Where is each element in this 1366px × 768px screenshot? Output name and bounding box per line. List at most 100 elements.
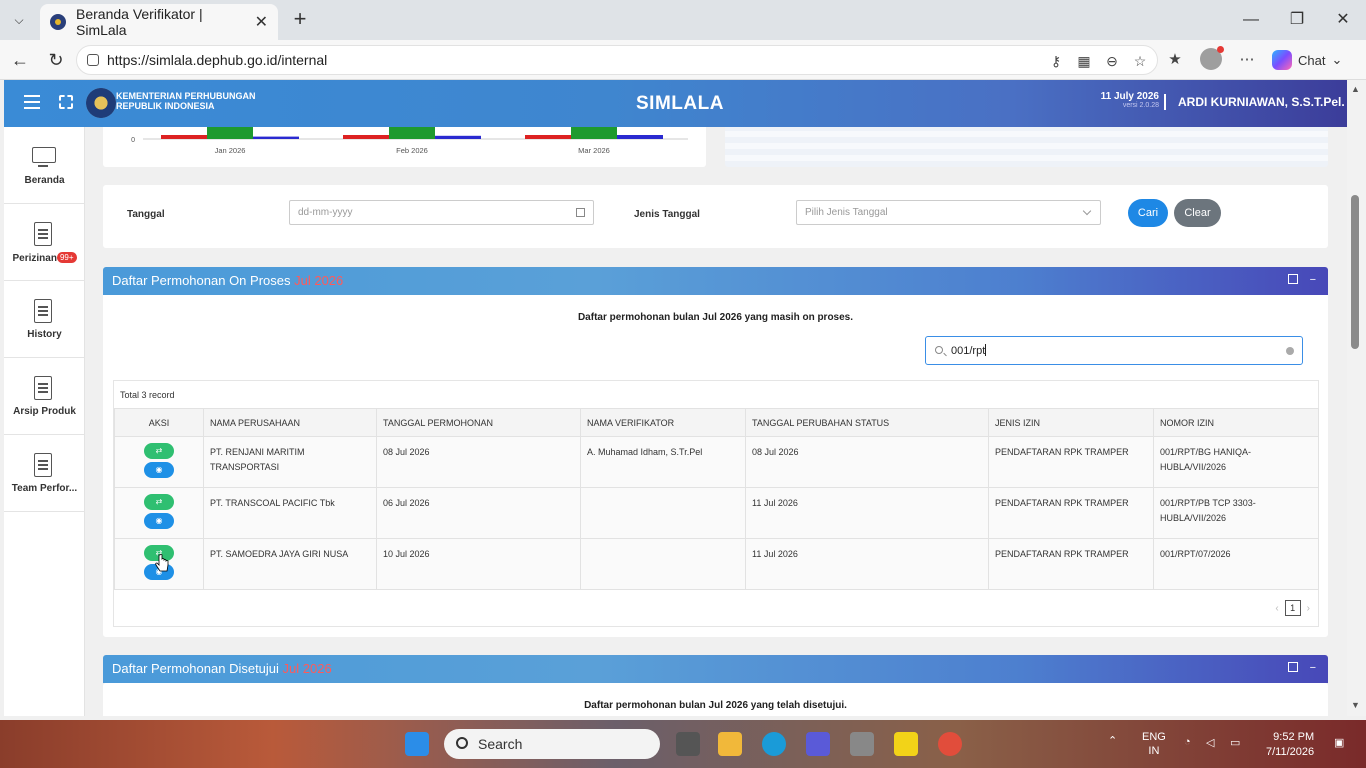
document-icon (34, 299, 52, 323)
sidebar-item-label: Beranda (24, 175, 65, 186)
sticky-notes-icon[interactable] (894, 732, 918, 756)
process-button[interactable]: ⇄ (144, 443, 174, 459)
wifi-icon[interactable]: ◔ (1184, 736, 1191, 748)
language-indicator[interactable]: ENG IN (1142, 730, 1166, 758)
column-header[interactable]: TANGGAL PERMOHONAN (376, 408, 581, 437)
column-header[interactable]: TANGGAL PERUBAHAN STATUS (745, 408, 989, 437)
taskbar-search[interactable]: Search (444, 729, 660, 759)
total-records: Total 3 record (120, 390, 175, 400)
copilot-chat-button[interactable]: Chat ⌄ (1272, 48, 1342, 72)
document-icon (34, 453, 52, 477)
page-scrollbar[interactable]: ▲ ▼ (1347, 80, 1366, 716)
camera-app-icon[interactable] (850, 732, 874, 756)
menu-icon[interactable] (24, 95, 40, 109)
search-input[interactable]: 001/rpt (925, 336, 1303, 365)
sidebar-item-history[interactable]: History (4, 281, 85, 358)
tab-list-chevron-icon[interactable]: ⌵ (6, 8, 32, 32)
pagination: ‹ 1 › (1275, 600, 1310, 616)
bar (389, 127, 435, 139)
sidebar-item-perizinan[interactable]: Perizinan 99+ (4, 204, 85, 281)
back-icon[interactable]: ← (8, 48, 32, 72)
column-header[interactable]: NAMA VERIFIKATOR (580, 408, 746, 437)
sidebar-item-label: Perizinan 99+ (4, 252, 85, 264)
clear-search-icon[interactable] (1286, 347, 1294, 355)
jenis-tanggal-select[interactable]: Pilih Jenis Tanggal (796, 200, 1101, 225)
new-tab-icon[interactable]: + (288, 8, 312, 32)
fullscreen-icon[interactable] (59, 95, 73, 109)
site-info-icon[interactable] (87, 54, 99, 66)
sidebar-item-label: Team Perfor... (11, 483, 78, 494)
apps-icon[interactable]: ▦ (1075, 52, 1093, 70)
tanggal-input[interactable]: dd-mm-yyyy (289, 200, 594, 225)
minimize-icon[interactable]: — (1228, 8, 1274, 32)
cell-verifikator (580, 487, 746, 539)
x-tick-label: Jan 2026 (215, 146, 246, 155)
restore-icon[interactable]: ❐ (1274, 8, 1320, 32)
prev-page-icon[interactable]: ‹ (1275, 603, 1278, 614)
bar (161, 135, 207, 139)
column-header[interactable]: NAMA PERUSAHAAN (203, 408, 377, 437)
view-button[interactable]: ◉ (144, 513, 174, 529)
view-button[interactable]: ◉ (144, 462, 174, 478)
zoom-icon[interactable]: ⊖ (1103, 52, 1121, 70)
favorite-star-icon[interactable]: ☆ (1131, 52, 1149, 70)
scroll-up-icon[interactable]: ▲ (1351, 84, 1360, 94)
calendar-icon[interactable] (576, 208, 585, 217)
document-icon (34, 376, 52, 400)
notification-icon[interactable]: ▣ (1334, 736, 1344, 749)
show-hidden-icons[interactable]: ⌃ (1108, 734, 1117, 747)
sidebar-item-team-performance[interactable]: Team Perfor... (4, 435, 85, 512)
column-header[interactable]: NOMOR IZIN (1153, 408, 1319, 437)
volume-icon[interactable]: ◁ (1206, 736, 1214, 749)
battery-icon[interactable]: ▭ (1230, 736, 1240, 749)
task-view-icon[interactable] (676, 732, 700, 756)
more-menu-icon[interactable]: ⋯ (1236, 49, 1258, 71)
collapse-icon[interactable]: − (1310, 274, 1316, 286)
sidebar: Beranda Perizinan 99+ History Arsip Produ… (4, 127, 85, 716)
sidebar-item-arsip-produk[interactable]: Arsip Produk (4, 358, 85, 435)
bar (525, 135, 571, 139)
clock[interactable]: 9:52 PM 7/11/2026 (1266, 730, 1314, 760)
column-header[interactable]: JENIS IZIN (988, 408, 1154, 437)
address-bar: ← ↻ https://simlala.dephub.go.id/interna… (0, 40, 1366, 80)
file-explorer-icon[interactable] (718, 732, 742, 756)
copilot-icon (1272, 50, 1292, 70)
favorites-icon[interactable]: ★ (1164, 49, 1186, 71)
scroll-down-icon[interactable]: ▼ (1351, 700, 1360, 710)
cell-tgl-status: 11 Jul 2026 (745, 487, 989, 539)
next-page-icon[interactable]: › (1307, 603, 1310, 614)
close-tab-icon[interactable]: ✕ (255, 12, 268, 32)
process-button[interactable]: ⇄ (144, 494, 174, 510)
clear-button[interactable]: Clear (1174, 199, 1221, 227)
profile-avatar[interactable] (1200, 46, 1224, 70)
cell-perusahaan: PT. TRANSCOAL PACIFIC Tbk (203, 487, 377, 539)
user-name[interactable]: ARDI KURNIAWAN, S.S.T.Pel. (1178, 95, 1345, 109)
column-header[interactable]: AKSI (114, 408, 204, 437)
edge-icon[interactable] (762, 732, 786, 756)
collapse-icon[interactable]: − (1310, 662, 1316, 674)
disetujui-panel: Daftar permohonan bulan Jul 2026 yang te… (103, 683, 1328, 716)
app-icon[interactable] (806, 732, 830, 756)
cell-tgl-status: 11 Jul 2026 (745, 538, 989, 590)
password-key-icon[interactable]: ⚷ (1047, 52, 1065, 70)
ministry-name: KEMENTERIAN PERHUBUNGAN REPUBLIK INDONES… (116, 91, 256, 111)
main-content: 0 Jan 2026 Feb 2026 Mar 2026 Tanggal dd-mm-… (85, 127, 1347, 716)
cari-button[interactable]: Cari (1128, 199, 1168, 227)
expand-icon[interactable] (1287, 662, 1298, 672)
bar (207, 127, 253, 139)
sidebar-item-beranda[interactable]: Beranda (4, 127, 85, 204)
search-icon (456, 737, 468, 749)
url-field[interactable]: https://simlala.dephub.go.id/internal ⚷ … (76, 45, 1158, 75)
chrome-icon[interactable] (938, 732, 962, 756)
x-tick-label: Feb 2026 (396, 146, 428, 155)
browser-tab[interactable]: Beranda Verifikator | SimLala ✕ (40, 4, 278, 40)
windows-start-icon[interactable] (405, 732, 429, 756)
expand-icon[interactable] (1287, 274, 1298, 284)
x-tick-label: Mar 2026 (578, 146, 610, 155)
page-number[interactable]: 1 (1284, 600, 1301, 616)
monitor-icon (32, 147, 56, 167)
scroll-thumb[interactable] (1351, 195, 1359, 349)
close-window-icon[interactable]: ✕ (1320, 8, 1366, 32)
search-label: Search (478, 736, 523, 752)
reload-icon[interactable]: ↻ (44, 48, 68, 72)
